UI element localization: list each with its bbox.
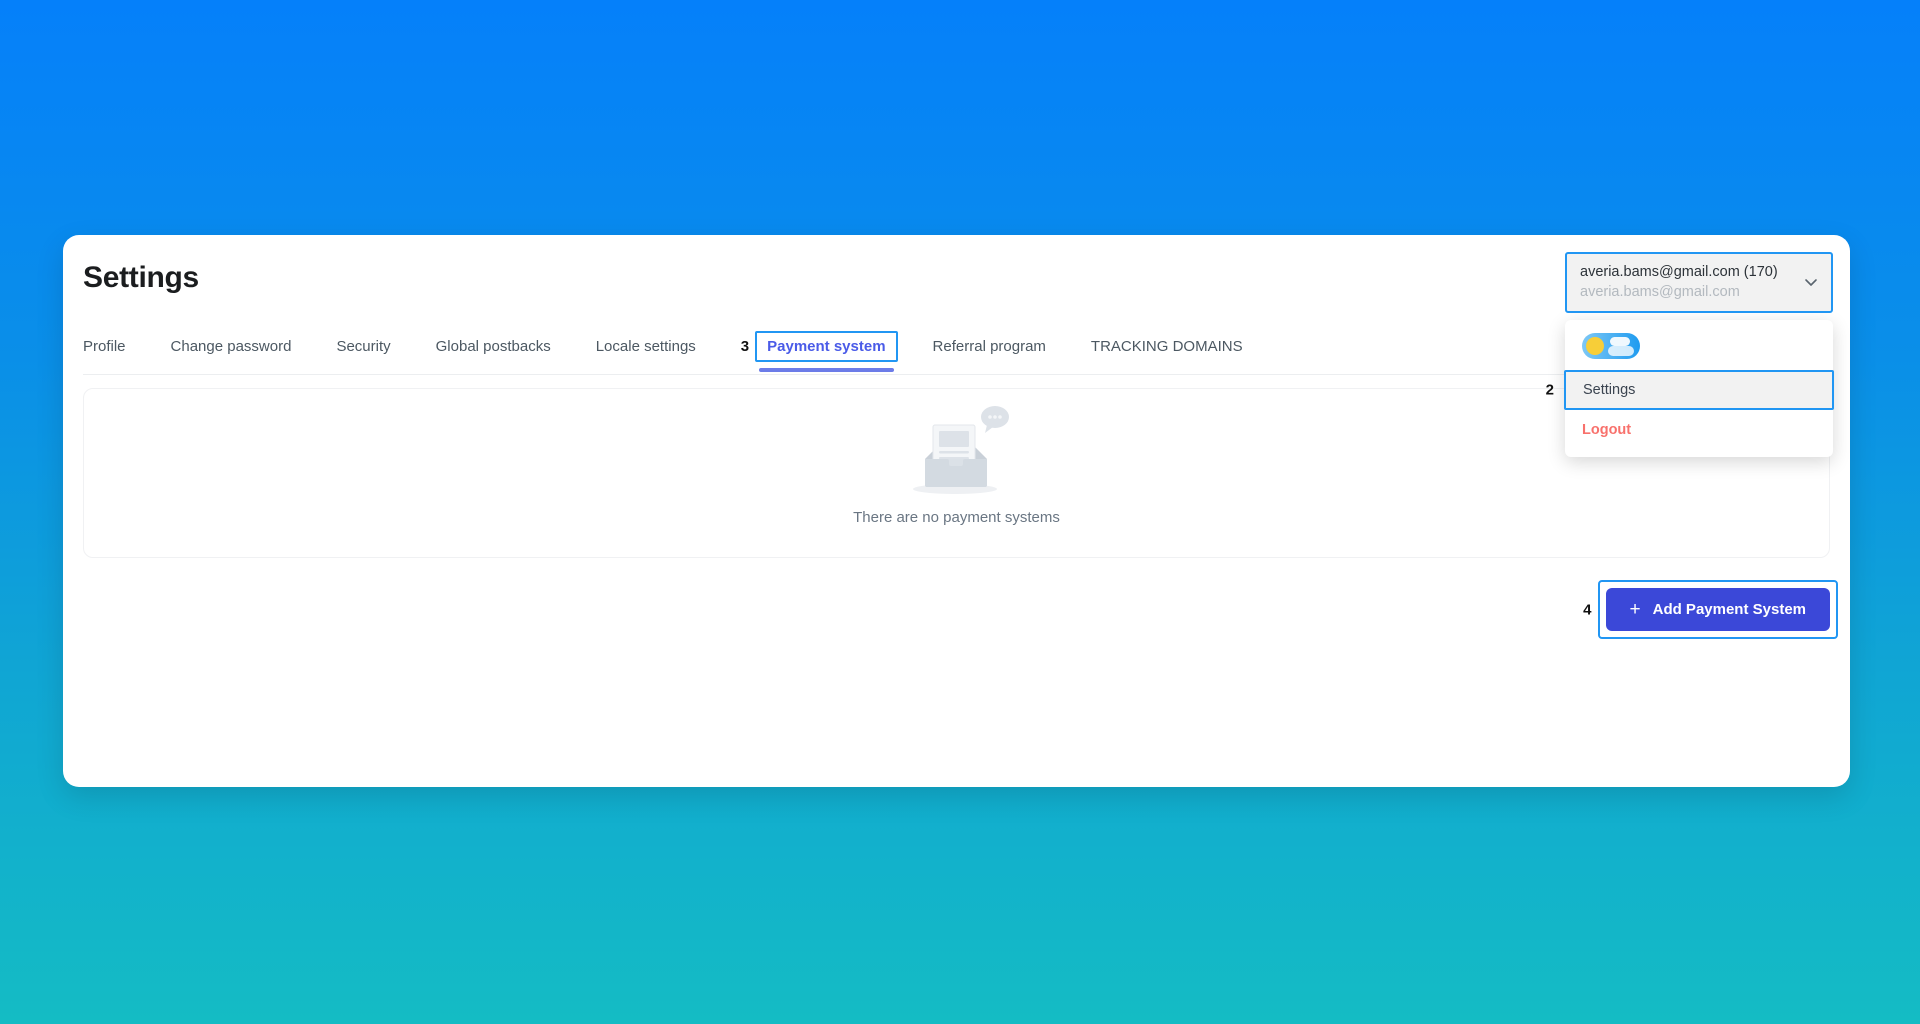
tab-payment-system[interactable]: Payment system xyxy=(755,331,897,362)
step-marker-3: 3 xyxy=(741,338,749,355)
page-title: Settings xyxy=(83,261,199,295)
tab-change-password[interactable]: Change password xyxy=(171,332,292,361)
empty-state-message: There are no payment systems xyxy=(853,509,1060,526)
theme-toggle-row xyxy=(1565,320,1833,370)
sun-icon xyxy=(1586,337,1604,355)
settings-tab-bar: Profile Change password Security Global … xyxy=(83,328,1243,364)
step-marker-4: 4 xyxy=(1583,601,1591,618)
add-payment-system-highlight: 4 + Add Payment System xyxy=(1598,580,1839,639)
tab-security[interactable]: Security xyxy=(336,332,390,361)
account-dropdown-trigger[interactable]: averia.bams@gmail.com (170) averia.bams@… xyxy=(1565,252,1833,313)
cloud-icon-bottom xyxy=(1608,346,1634,356)
chevron-down-icon xyxy=(1803,274,1819,290)
menu-item-logout[interactable]: Logout xyxy=(1565,410,1833,448)
menu-item-settings[interactable]: 2 Settings xyxy=(1564,370,1834,410)
day-night-toggle-icon[interactable] xyxy=(1582,333,1640,359)
tab-global-postbacks[interactable]: Global postbacks xyxy=(436,332,551,361)
account-primary-label: averia.bams@gmail.com (170) xyxy=(1580,262,1791,282)
empty-inbox-illustration xyxy=(897,401,1017,501)
tab-tracking-domains[interactable]: TRACKING DOMAINS xyxy=(1091,332,1243,361)
account-secondary-label: averia.bams@gmail.com xyxy=(1580,282,1791,302)
plus-icon: + xyxy=(1630,600,1641,619)
step-marker-2: 2 xyxy=(1546,381,1554,398)
menu-item-settings-label: Settings xyxy=(1583,382,1635,398)
tab-locale-settings[interactable]: Locale settings xyxy=(596,332,696,361)
menu-item-logout-label: Logout xyxy=(1582,422,1631,438)
tab-profile[interactable]: Profile xyxy=(83,332,126,361)
tab-referral-program[interactable]: Referral program xyxy=(933,332,1046,361)
account-dropdown: averia.bams@gmail.com (170) averia.bams@… xyxy=(1565,252,1833,457)
add-payment-system-button[interactable]: + Add Payment System xyxy=(1606,588,1831,631)
cloud-icon-top xyxy=(1610,337,1630,346)
account-dropdown-menu: 2 Settings Logout xyxy=(1565,320,1833,457)
add-payment-system-label: Add Payment System xyxy=(1653,601,1806,618)
